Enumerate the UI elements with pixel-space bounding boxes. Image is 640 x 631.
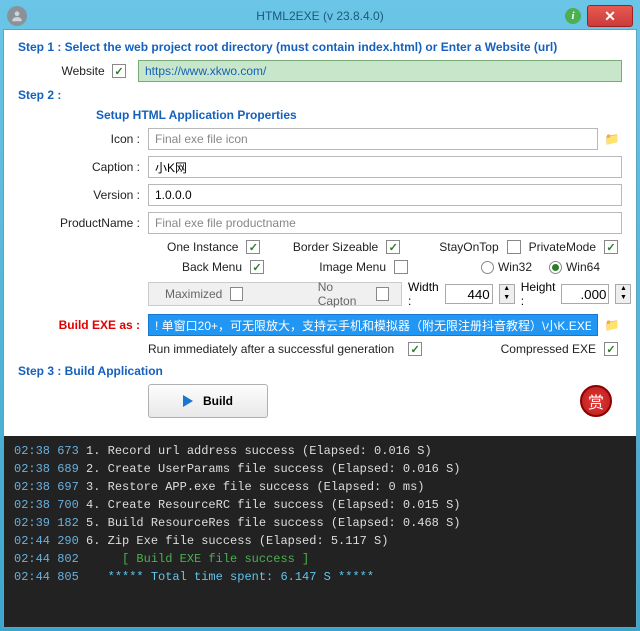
info-icon[interactable]: i bbox=[565, 8, 581, 24]
icon-browse-icon[interactable]: 📁 bbox=[602, 129, 622, 149]
step3-header: Step 3 : Build Application bbox=[18, 364, 622, 378]
height-spinner[interactable]: ▲▼ bbox=[615, 284, 631, 304]
maximized-checkbox[interactable] bbox=[230, 287, 243, 301]
win32-radio[interactable] bbox=[481, 261, 494, 274]
console-line: 02:44 802 [ Build EXE file success ] bbox=[14, 550, 626, 568]
user-icon[interactable] bbox=[7, 6, 27, 26]
stayontop-checkbox[interactable] bbox=[507, 240, 521, 254]
build-as-label: Build EXE as : bbox=[18, 318, 148, 332]
width-label: Width : bbox=[408, 280, 439, 308]
stayontop-label: StayOnTop bbox=[439, 240, 498, 254]
win64-label: Win64 bbox=[566, 260, 600, 274]
maximized-group: Maximized No Capton bbox=[148, 282, 402, 306]
win64-radio[interactable] bbox=[549, 261, 562, 274]
height-label: Height : bbox=[521, 280, 556, 308]
titlebar: HTML2EXE (v 23.8.4.0) i ✕ bbox=[3, 3, 637, 29]
border-sizeable-label: Border Sizeable bbox=[293, 240, 378, 254]
step1-header: Step 1 : Select the web project root dir… bbox=[18, 40, 622, 54]
console-line: 02:38 673 1. Record url address success … bbox=[14, 442, 626, 460]
setup-label: Setup HTML Application Properties bbox=[18, 108, 622, 122]
caption-label: Caption : bbox=[18, 160, 148, 174]
privatemode-checkbox[interactable] bbox=[604, 240, 618, 254]
console-output: 02:38 673 1. Record url address success … bbox=[4, 436, 636, 627]
reward-button[interactable]: 赏 bbox=[580, 385, 612, 417]
compressed-label: Compressed EXE bbox=[501, 342, 596, 356]
window-title: HTML2EXE (v 23.8.4.0) bbox=[256, 9, 383, 23]
version-input[interactable] bbox=[148, 184, 622, 206]
caption-input[interactable] bbox=[148, 156, 622, 178]
build-as-input[interactable] bbox=[148, 314, 598, 336]
console-line: 02:38 700 4. Create ResourceRC file succ… bbox=[14, 496, 626, 514]
privatemode-label: PrivateMode bbox=[529, 240, 596, 254]
maximized-label: Maximized bbox=[165, 287, 222, 301]
console-line: 02:39 182 5. Build ResourceRes file succ… bbox=[14, 514, 626, 532]
icon-label: Icon : bbox=[18, 132, 148, 146]
height-input[interactable] bbox=[561, 284, 609, 304]
version-label: Version : bbox=[18, 188, 148, 202]
website-checkbox[interactable] bbox=[112, 64, 126, 78]
build-button-label: Build bbox=[203, 394, 233, 408]
imagemenu-label: Image Menu bbox=[319, 260, 386, 274]
website-input[interactable] bbox=[138, 60, 622, 82]
width-spinner[interactable]: ▲▼ bbox=[499, 284, 515, 304]
runafter-label: Run immediately after a successful gener… bbox=[148, 342, 394, 356]
productname-label: ProductName : bbox=[18, 216, 148, 230]
close-button[interactable]: ✕ bbox=[587, 5, 633, 27]
website-label: Website bbox=[62, 64, 105, 78]
icon-input[interactable] bbox=[148, 128, 598, 150]
console-line: 02:38 689 2. Create UserParams file succ… bbox=[14, 460, 626, 478]
border-sizeable-checkbox[interactable] bbox=[386, 240, 400, 254]
compressed-checkbox[interactable] bbox=[604, 342, 618, 356]
nocaption-checkbox[interactable] bbox=[376, 287, 389, 301]
one-instance-checkbox[interactable] bbox=[246, 240, 260, 254]
runafter-checkbox[interactable] bbox=[408, 342, 422, 356]
play-icon bbox=[183, 395, 193, 407]
build-as-browse-icon[interactable]: 📁 bbox=[602, 315, 622, 335]
productname-input[interactable] bbox=[148, 212, 622, 234]
build-button[interactable]: Build bbox=[148, 384, 268, 418]
imagemenu-checkbox[interactable] bbox=[394, 260, 408, 274]
app-window: HTML2EXE (v 23.8.4.0) i ✕ Step 1 : Selec… bbox=[0, 0, 640, 631]
backmenu-checkbox[interactable] bbox=[250, 260, 264, 274]
width-input[interactable] bbox=[445, 284, 493, 304]
backmenu-label: Back Menu bbox=[182, 260, 242, 274]
console-line: 02:38 697 3. Restore APP.exe file succes… bbox=[14, 478, 626, 496]
win32-label: Win32 bbox=[498, 260, 532, 274]
console-line: 02:44 290 6. Zip Exe file success (Elaps… bbox=[14, 532, 626, 550]
nocaption-label: No Capton bbox=[318, 280, 369, 308]
console-line: 02:44 805 ***** Total time spent: 6.147 … bbox=[14, 568, 626, 586]
content-area: Step 1 : Select the web project root dir… bbox=[3, 29, 637, 628]
one-instance-label: One Instance bbox=[167, 240, 238, 254]
step2-header: Step 2 : bbox=[18, 88, 622, 102]
